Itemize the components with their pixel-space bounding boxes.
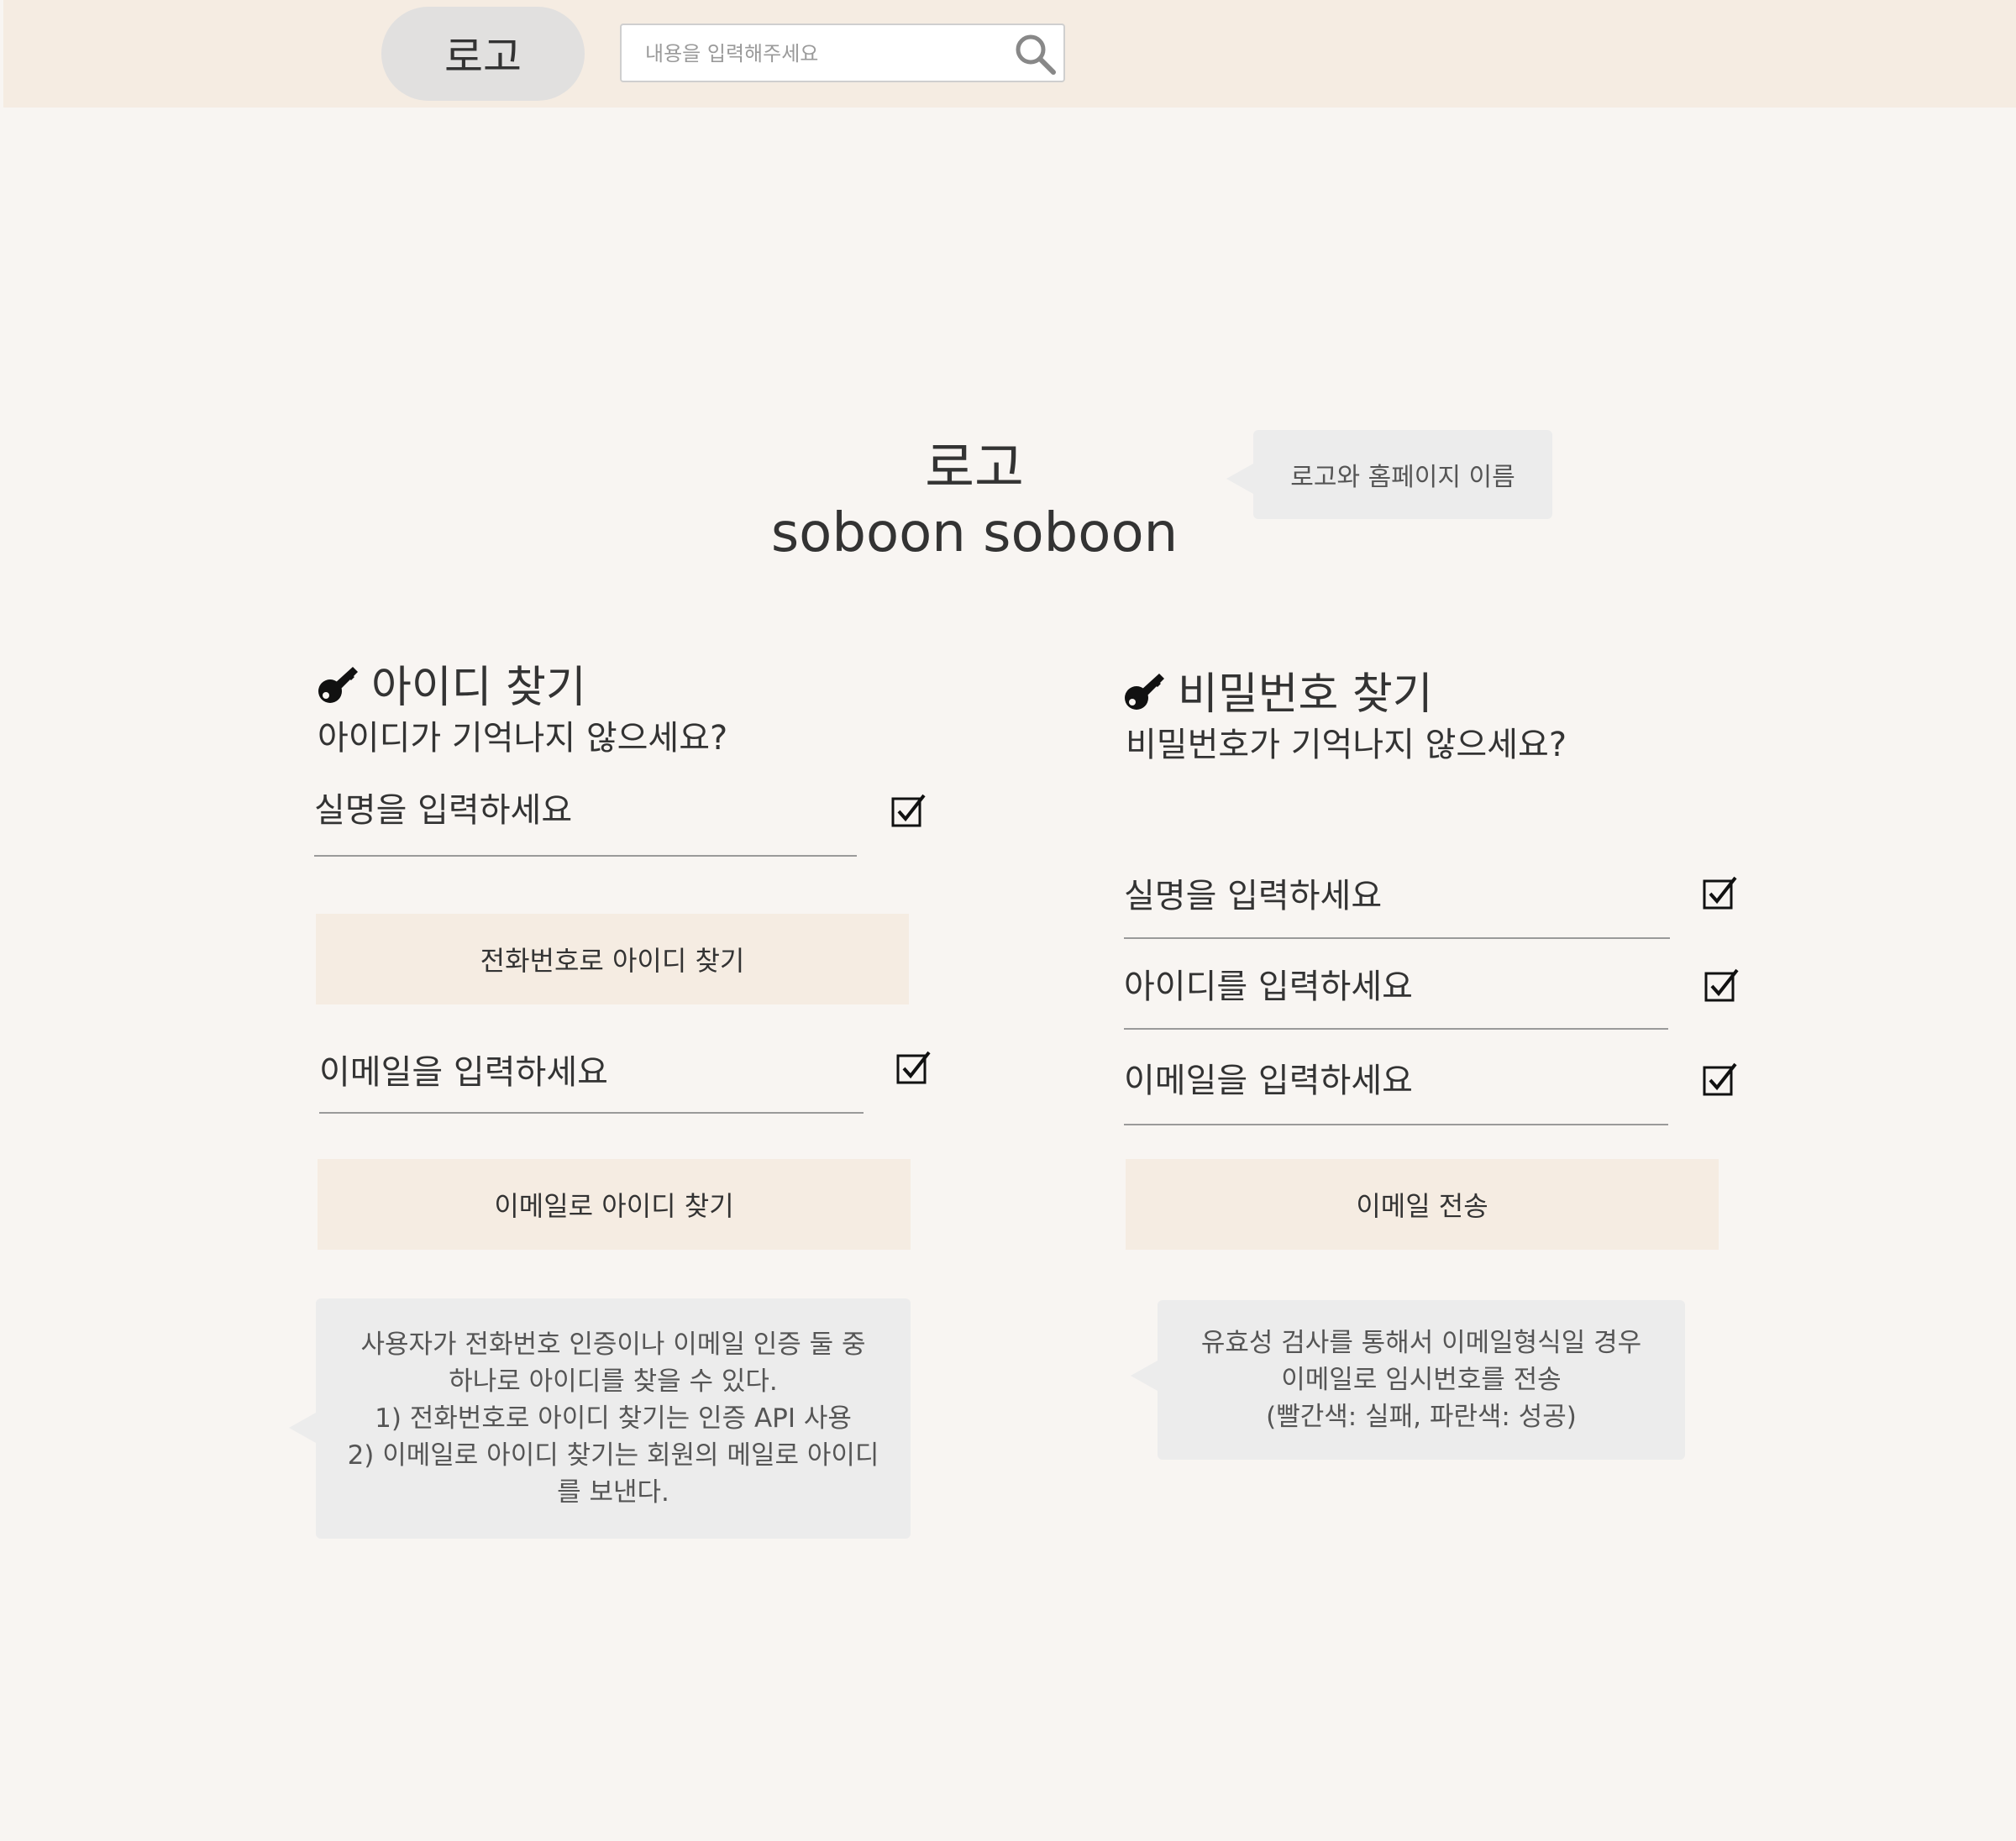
key-icon (318, 666, 358, 703)
find-id-title-text: 아이디 찾기 (371, 663, 586, 713)
find-pw-id-field (1124, 968, 1668, 1030)
find-pw-email-field (1124, 1062, 1668, 1125)
checkbox-checked-icon[interactable] (1704, 968, 1740, 1004)
find-pw-name-field (1124, 877, 1670, 939)
search-input[interactable] (643, 25, 1000, 82)
find-id-title: 아이디 찾기 (318, 652, 586, 715)
find-id-email-field (319, 1053, 864, 1114)
checkbox-checked-icon[interactable] (1702, 1062, 1739, 1099)
find-id-by-phone-button[interactable]: 전화번호로 아이디 찾기 (316, 914, 909, 1004)
find-id-name-field (314, 791, 857, 857)
find-id-subtitle: 아이디가 기억나지 않으세요? (318, 719, 728, 758)
search-box (620, 24, 1065, 82)
brand-name: soboon soboon (770, 502, 1179, 564)
find-pw-subtitle: 비밀번호가 기억나지 않으세요? (1126, 726, 1567, 764)
find-pw-title-text: 비밀번호 찾기 (1178, 669, 1433, 720)
find-id-name-input[interactable] (314, 791, 857, 830)
find-id-email-input[interactable] (319, 1053, 864, 1092)
checkbox-checked-icon[interactable] (1702, 875, 1739, 912)
brand-note: 로고와 홈페이지 이름 (1226, 430, 1552, 519)
brand-logo: 로고 (925, 438, 1024, 500)
find-id-by-email-button[interactable]: 이메일로 아이디 찾기 (318, 1159, 911, 1250)
header-logo[interactable]: 로고 (381, 7, 585, 101)
send-email-button[interactable]: 이메일 전송 (1126, 1159, 1719, 1250)
find-pw-id-input[interactable] (1124, 968, 1668, 1006)
find-id-note: 사용자가 전화번호 인증이나 이메일 인증 둘 중 하나로 아이디를 찾을 수 … (289, 1298, 911, 1539)
key-icon (1125, 673, 1164, 710)
find-pw-name-input[interactable] (1124, 877, 1670, 915)
checkbox-checked-icon[interactable] (890, 793, 927, 830)
checkbox-checked-icon[interactable] (895, 1050, 932, 1087)
search-icon[interactable] (1011, 30, 1058, 77)
find-pw-note: 유효성 검사를 통해서 이메일형식일 경우 이메일로 임시번호를 전송 (빨간색… (1131, 1300, 1685, 1460)
find-pw-title: 비밀번호 찾기 (1124, 658, 1433, 721)
find-pw-email-input[interactable] (1124, 1062, 1668, 1100)
